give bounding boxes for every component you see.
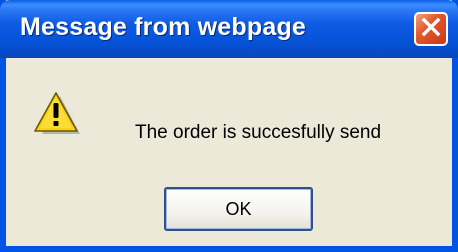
dialog-message: The order is succesfully send: [135, 122, 382, 143]
close-icon: [421, 17, 441, 42]
warning-icon: [34, 92, 82, 136]
close-button[interactable]: [414, 12, 448, 46]
ok-button[interactable]: OK: [164, 187, 313, 231]
ok-button-label: OK: [225, 198, 252, 219]
message-dialog: Message from webpage The order is succes…: [0, 0, 458, 252]
dialog-body: The order is succesfully send OK: [6, 58, 452, 246]
dialog-title: Message from webpage: [20, 13, 307, 41]
dialog-titlebar[interactable]: Message from webpage: [0, 0, 458, 58]
